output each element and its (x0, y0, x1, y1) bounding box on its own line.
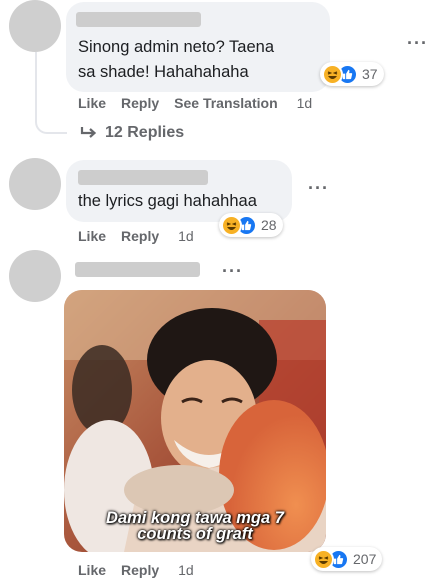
comment-text: Sinong admin neto? Taena (78, 38, 275, 56)
more-options-icon[interactable]: ··· (407, 34, 428, 52)
reaction-summary[interactable]: 37 (320, 62, 384, 86)
commenter-name-redacted[interactable] (75, 262, 200, 277)
avatar[interactable] (9, 250, 61, 302)
reaction-summary[interactable]: 28 (219, 213, 283, 237)
caption-line: Dami kong tawa mga 7 (106, 509, 284, 527)
like-button[interactable]: Like (78, 228, 106, 244)
avatar[interactable] (9, 158, 61, 210)
more-options-icon[interactable]: ··· (222, 262, 243, 280)
more-options-icon[interactable]: ··· (308, 179, 329, 197)
image-caption: Dami kong tawa mga 7 counts of graft (64, 509, 326, 543)
comment-image[interactable]: Dami kong tawa mga 7 counts of graft (64, 290, 326, 552)
haha-reaction-icon (322, 63, 343, 85)
comment-timestamp[interactable]: 1d (178, 228, 194, 244)
comment-text: sa shade! Hahahahaha (78, 63, 249, 81)
caption-line: counts of graft (137, 525, 253, 543)
reaction-count: 37 (362, 66, 378, 82)
comment-text: the lyrics gagi hahahhaa (78, 192, 257, 210)
like-button[interactable]: Like (78, 562, 106, 578)
reply-button[interactable]: Reply (121, 562, 159, 578)
haha-reaction-icon (313, 548, 334, 570)
thread-connector-line (35, 52, 67, 134)
comment-bubble: Sinong admin neto? Taena sa shade! Hahah… (66, 2, 330, 92)
reply-button[interactable]: Reply (121, 228, 159, 244)
reaction-summary[interactable]: 207 (311, 547, 383, 571)
commenter-name-redacted[interactable] (78, 170, 208, 185)
reply-button[interactable]: Reply (121, 95, 159, 111)
comment-timestamp[interactable]: 1d (178, 562, 194, 578)
avatar[interactable] (9, 0, 61, 52)
reply-arrow-icon (80, 126, 97, 140)
like-button[interactable]: Like (78, 95, 106, 111)
reaction-count: 28 (261, 217, 277, 233)
replies-label: 12 Replies (105, 124, 185, 141)
commenter-name-redacted[interactable] (76, 12, 201, 27)
comment-actions: Like Reply 1d (78, 562, 209, 578)
reaction-count: 207 (353, 551, 377, 567)
haha-reaction-icon (221, 214, 242, 236)
comment-timestamp[interactable]: 1d (297, 95, 313, 111)
comment-actions: Like Reply 1d (78, 228, 209, 244)
see-translation-button[interactable]: See Translation (174, 95, 277, 111)
comment-actions: Like Reply See Translation 1d (78, 95, 327, 111)
view-replies-button[interactable]: 12 Replies (80, 124, 184, 142)
